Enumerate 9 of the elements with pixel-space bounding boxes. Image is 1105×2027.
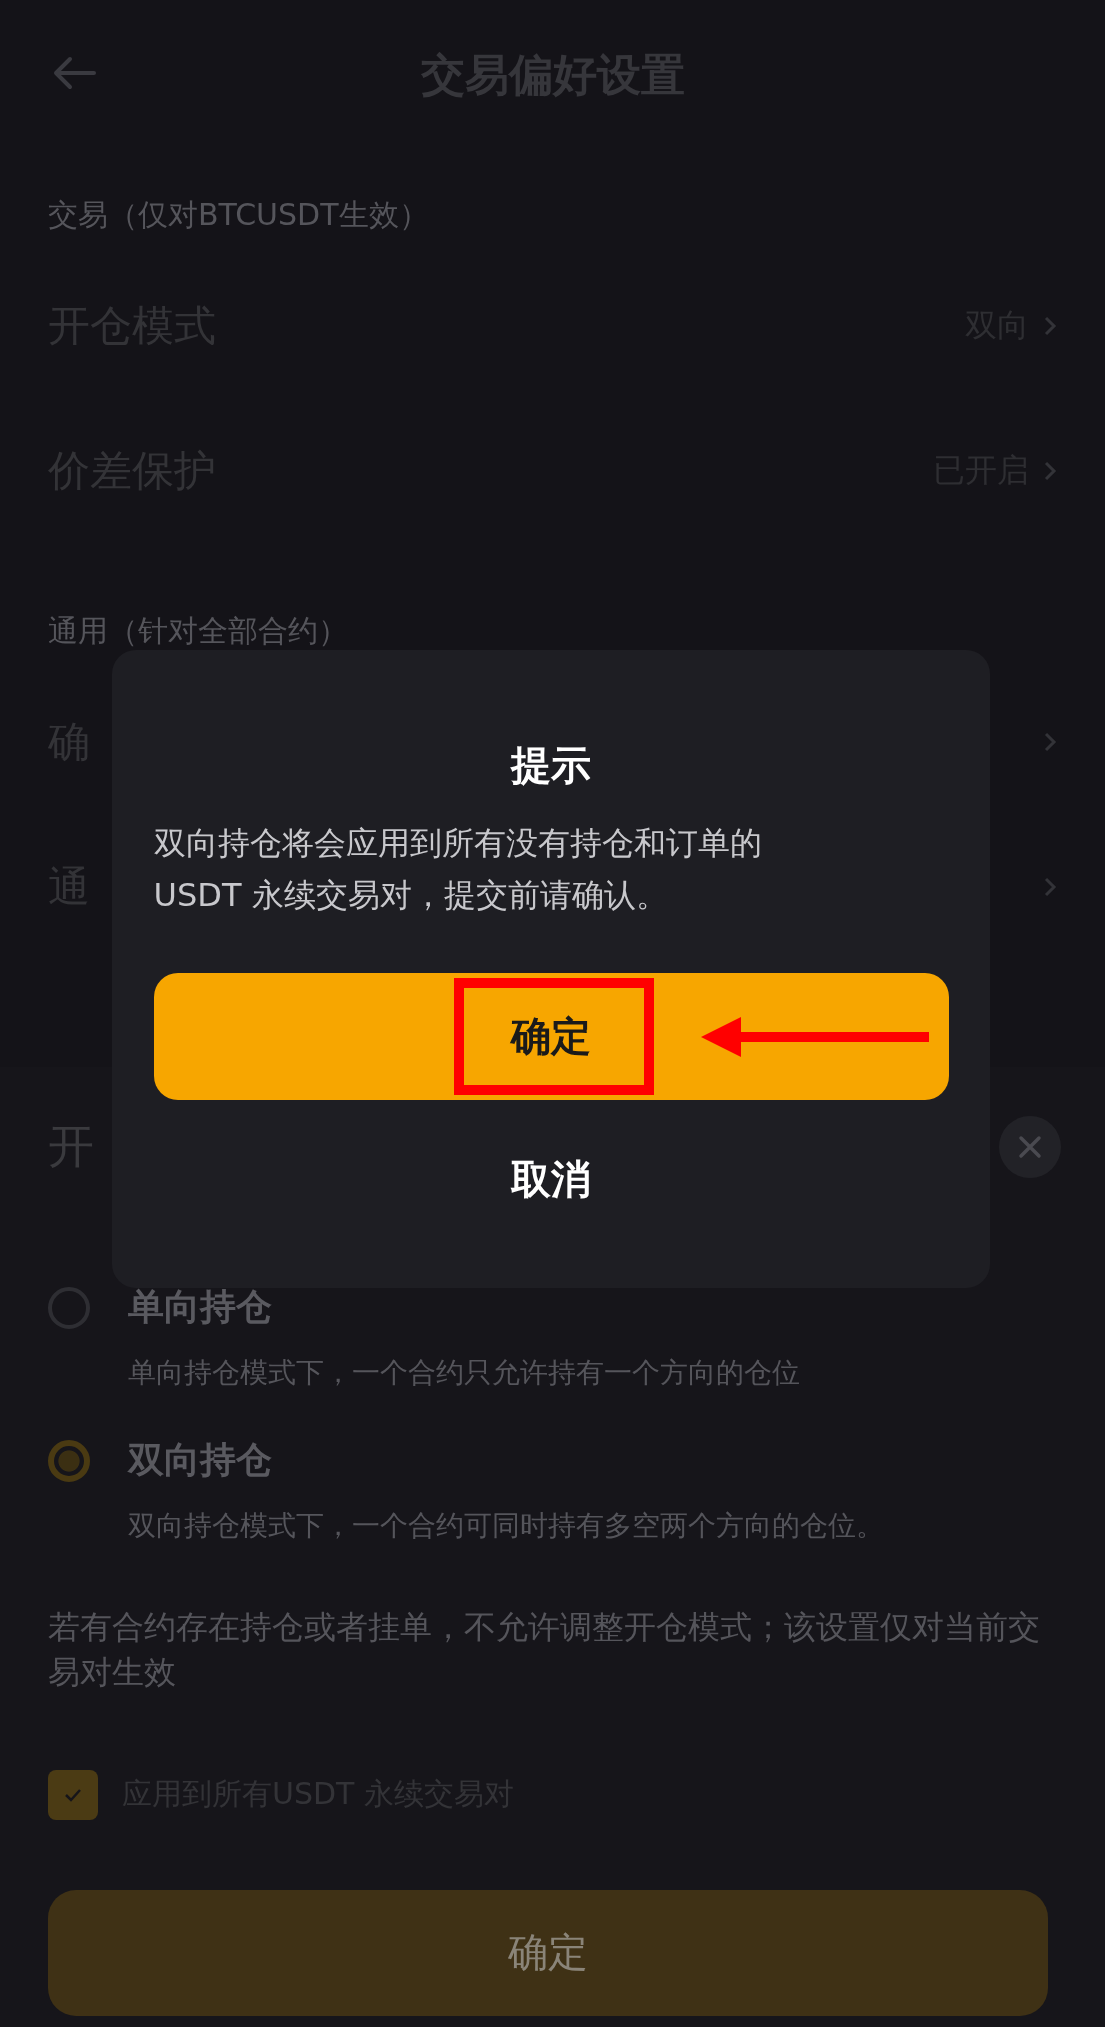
section-label: 交易（仅对BTCUSDT生效）: [48, 196, 430, 234]
section-label: 通用（针对全部合约）: [48, 612, 349, 650]
option-label: 单向持仓: [128, 1285, 273, 1329]
dialog-message: 双向持仓将会应用到所有没有持仓和订单的USDT 永续交易对，提交前请确认。: [153, 823, 763, 916]
option-label: 双向持仓: [128, 1438, 273, 1482]
option-description: 单向持仓模式下，一个合约只允许持有一个方向的仓位: [128, 1355, 800, 1391]
note-text: 若有合约存在持仓或者挂单，不允许调整开仓模式；该设置仅对当前交易对生效: [48, 1607, 1041, 1693]
option-description: 双向持仓模式下，一个合约可同时持有多空两个方向的仓位。: [128, 1508, 884, 1544]
dialog-title: 提示: [511, 741, 591, 790]
